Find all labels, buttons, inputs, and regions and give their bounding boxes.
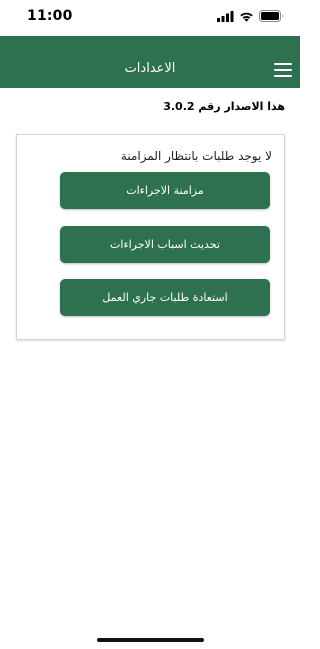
status-bar: 11:00	[0, 0, 300, 36]
hamburger-menu-icon[interactable]	[274, 63, 292, 77]
wifi-icon	[240, 12, 253, 22]
status-icons	[217, 10, 284, 22]
sync-actions-button[interactable]: مزامنة الاجراءات	[60, 172, 270, 209]
sync-card: لا يوجد طلبات بانتظار المزامنة مزامنة ال…	[16, 134, 285, 340]
version-label: هذا الاصدار رقم 3.0.2	[163, 100, 285, 113]
home-indicator	[97, 638, 204, 642]
signal-bars-icon	[217, 10, 234, 22]
page-title: الاعدادات	[124, 61, 176, 76]
restore-in-progress-requests-button[interactable]: استعادة طلبات جاري العمل	[60, 279, 270, 316]
app-header: الاعدادات	[0, 36, 300, 88]
pending-sync-message: لا يوجد طلبات بانتظار المزامنة	[120, 149, 272, 163]
battery-icon	[259, 10, 283, 22]
update-action-reasons-button[interactable]: تحديث اسباب الاجراءات	[60, 226, 270, 263]
status-time: 11:00	[27, 8, 73, 24]
